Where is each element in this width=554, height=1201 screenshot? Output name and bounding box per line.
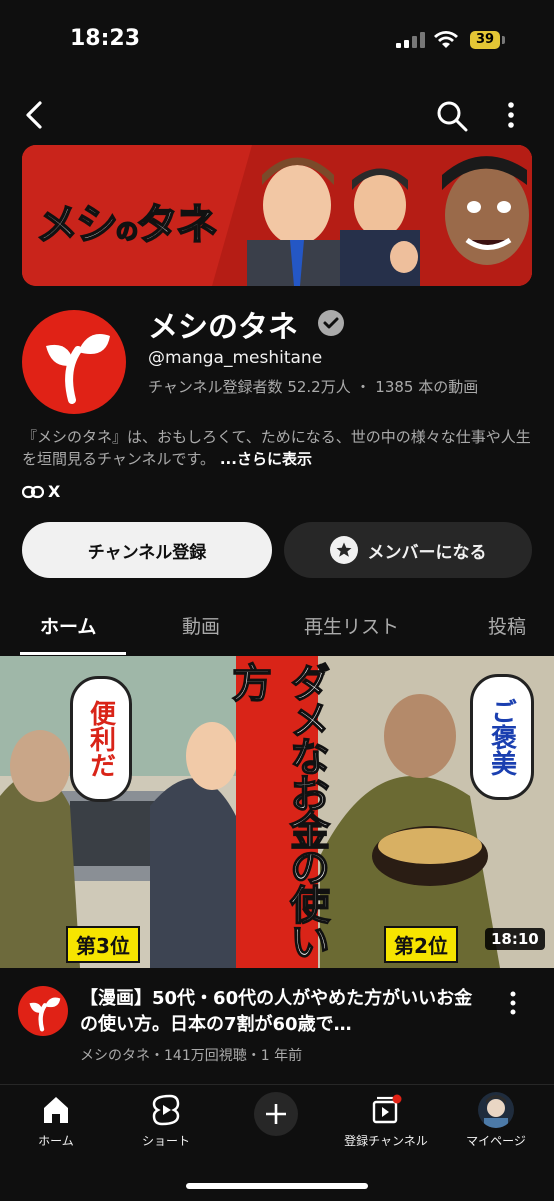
verified-badge-icon: [318, 310, 344, 336]
create-icon: [254, 1092, 298, 1136]
subscriptions-icon: [368, 1092, 404, 1128]
video-thumbnail[interactable]: 便利だ 第3位 ダメなお金の使い方 ご褒美 第2位: [0, 656, 554, 968]
battery-tip: [502, 36, 505, 44]
home-icon: [38, 1092, 74, 1128]
video-more-options-icon[interactable]: [508, 990, 518, 1016]
back-arrow-icon[interactable]: [22, 100, 46, 130]
sprout-logo-icon: [46, 334, 110, 404]
stats-separator: ・: [355, 378, 371, 396]
speech-bubble-left: 便利だ: [70, 676, 132, 802]
show-more-link[interactable]: ...さらに表示: [220, 450, 312, 468]
battery-indicator: 39: [470, 31, 500, 49]
link-icon: [22, 485, 44, 499]
video-metadata: メシのタネ・141万回視聴・1 年前: [80, 1048, 303, 1064]
thumbnail-headline: ダメなお金の使い方: [224, 661, 330, 959]
rank-label-right: 第2位: [384, 926, 458, 963]
member-button-label: メンバーになる: [367, 542, 487, 563]
nav-shorts-label: ショート: [141, 1134, 190, 1148]
search-icon[interactable]: [436, 100, 468, 132]
external-link-x[interactable]: X: [48, 482, 60, 501]
nav-shorts[interactable]: ショート: [116, 1092, 216, 1149]
active-tab-indicator: [20, 652, 126, 655]
tab-home[interactable]: ホーム: [40, 612, 96, 639]
rank-label-left: 第3位: [66, 926, 140, 963]
nav-create[interactable]: [226, 1092, 326, 1136]
tab-posts[interactable]: 投稿: [488, 612, 526, 639]
more-options-icon[interactable]: [505, 100, 517, 130]
nav-profile-label: マイページ: [466, 1134, 526, 1148]
channel-stats: チャンネル登録者数 52.2万人 ・ 1385 本の動画: [148, 376, 478, 397]
cellular-signal-icon: [396, 32, 426, 48]
join-membership-button[interactable]: メンバーになる: [284, 522, 532, 578]
channel-description[interactable]: 『メシのタネ』は、おもしろくて、ためになる、世の中の様々な仕事や人生を垣間見るチ…: [22, 426, 532, 470]
channel-avatar[interactable]: [22, 310, 126, 414]
channel-handle: @manga_meshitane: [148, 348, 323, 368]
channel-banner: メシのタネ: [22, 145, 532, 286]
video-title[interactable]: 【漫画】50代・60代の人がやめた方がいいお金の使い方。日本の7割が60歳で…: [80, 986, 490, 1038]
star-icon: [329, 536, 358, 564]
video-count: 1385 本の動画: [375, 378, 479, 396]
video-channel-avatar[interactable]: [18, 986, 68, 1036]
sprout-logo-icon: [29, 997, 61, 1032]
speech-bubble-right: ご褒美: [470, 674, 534, 800]
subscribe-button[interactable]: チャンネル登録: [22, 522, 272, 578]
nav-profile[interactable]: マイページ: [446, 1092, 546, 1149]
video-duration-badge: 18:10: [485, 928, 545, 950]
banner-logo: メシのタネ: [35, 199, 219, 250]
profile-icon: [478, 1092, 514, 1128]
nav-home[interactable]: ホーム: [6, 1092, 106, 1149]
channel-name: メシのタネ: [148, 310, 298, 345]
tab-playlists[interactable]: 再生リスト: [304, 612, 399, 639]
shorts-icon: [148, 1092, 184, 1128]
status-time: 18:23: [70, 26, 141, 51]
subscriber-count: チャンネル登録者数 52.2万人: [148, 378, 351, 396]
nav-subscriptions-label: 登録チャンネル: [344, 1134, 428, 1148]
home-indicator: [186, 1183, 368, 1189]
wifi-icon: [434, 31, 458, 48]
nav-home-label: ホーム: [38, 1134, 74, 1148]
tab-videos[interactable]: 動画: [182, 612, 220, 639]
nav-subscriptions[interactable]: 登録チャンネル: [336, 1092, 436, 1149]
